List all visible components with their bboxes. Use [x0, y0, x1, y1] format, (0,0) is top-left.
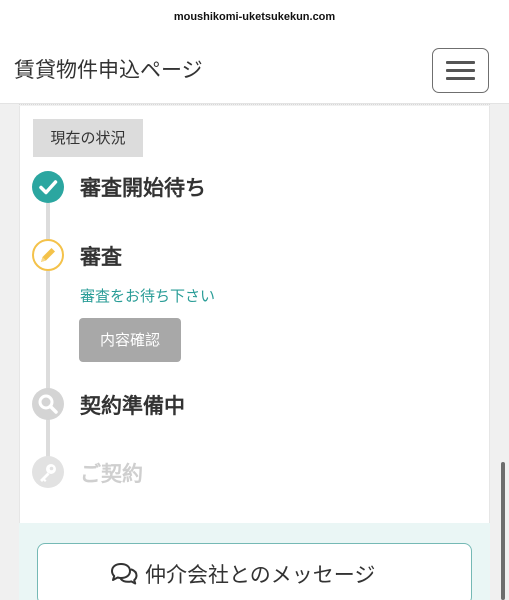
hamburger-line	[446, 69, 475, 72]
page-header: 賃貸物件申込ページ	[0, 34, 509, 104]
pencil-icon	[32, 239, 64, 271]
step-label-screening: 審査	[80, 245, 122, 269]
scrollbar[interactable]	[501, 462, 505, 600]
step-label-screening-waiting: 審査開始待ち	[80, 176, 206, 200]
agent-message-button[interactable]: 仲介会社とのメッセージ	[37, 543, 472, 600]
hamburger-line	[446, 77, 475, 80]
hamburger-menu-button[interactable]	[432, 48, 489, 93]
status-tag: 現在の状況	[33, 119, 143, 157]
chat-bubbles-icon	[111, 563, 138, 585]
check-icon	[32, 171, 64, 203]
hamburger-line	[446, 61, 475, 64]
key-icon	[32, 456, 64, 488]
step-note: 審査をお待ち下さい	[80, 287, 216, 305]
page-title: 賃貸物件申込ページ	[14, 58, 203, 82]
step-label-contract: ご契約	[80, 462, 143, 486]
confirm-content-button[interactable]: 内容確認	[79, 318, 181, 362]
step-label-contract-preparation: 契約準備中	[80, 394, 185, 418]
search-icon	[32, 388, 64, 420]
agent-message-label: 仲介会社とのメッセージ	[145, 563, 376, 587]
browser-url-bar[interactable]: moushikomi-uketsukekun.com	[0, 0, 509, 34]
